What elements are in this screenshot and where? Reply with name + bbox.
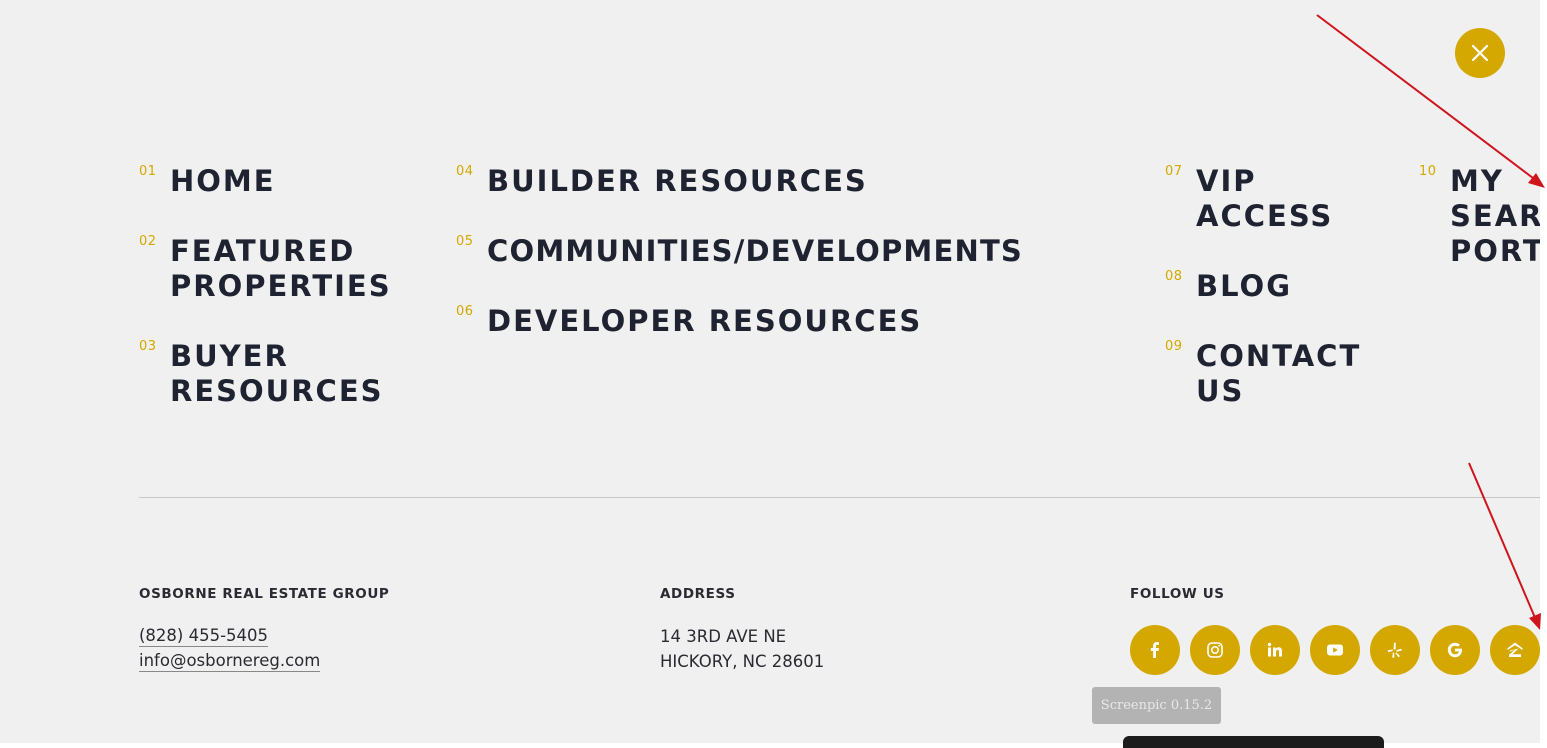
youtube-button[interactable] xyxy=(1310,625,1360,675)
address-line-2: HICKORY, NC 28601 xyxy=(660,652,825,671)
yelp-icon xyxy=(1387,642,1402,658)
nav-number: 01 xyxy=(139,164,157,179)
zillow-icon xyxy=(1507,642,1523,657)
nav-number: 06 xyxy=(456,304,474,319)
yelp-button[interactable] xyxy=(1370,625,1420,675)
nav-label: COMMUNITIES/DEVELOPMENTS xyxy=(487,234,1024,268)
address-line-1: 14 3RD AVE NE xyxy=(660,627,787,646)
nav-label: DEVELOPER RESOURCES xyxy=(487,304,923,338)
nav-label: BUYER RESOURCES xyxy=(170,339,384,408)
divider xyxy=(139,497,1540,498)
nav-number: 03 xyxy=(139,339,157,354)
nav-number: 09 xyxy=(1165,339,1183,354)
facebook-icon xyxy=(1150,642,1159,658)
nav-number: 05 xyxy=(456,234,474,249)
google-button[interactable] xyxy=(1430,625,1480,675)
phone-link[interactable]: (828) 455-5405 xyxy=(139,626,269,647)
nav-label: VIP ACCESS xyxy=(1196,164,1334,233)
follow-heading: FOLLOW US xyxy=(1130,586,1225,602)
nav-label: BUILDER RESOURCES xyxy=(487,164,868,198)
close-button[interactable] xyxy=(1455,28,1505,78)
facebook-button[interactable] xyxy=(1130,625,1180,675)
nav-number: 02 xyxy=(139,234,157,249)
nav-number: 07 xyxy=(1165,164,1183,179)
nav-number: 10 xyxy=(1419,164,1437,179)
instagram-icon xyxy=(1207,642,1223,658)
linkedin-icon xyxy=(1267,642,1282,657)
nav-label: CONTACT US xyxy=(1196,339,1362,408)
nav-label: HOME xyxy=(170,164,276,198)
nav-number: 04 xyxy=(456,164,474,179)
nav-label: FEATURED PROPERTIES xyxy=(170,234,392,303)
nav-label: MY SEARCH PORTAL xyxy=(1450,164,1540,268)
screenpic-tooltip: Screenpic 0.15.2 xyxy=(1092,687,1221,724)
linkedin-button[interactable] xyxy=(1250,625,1300,675)
address-heading: ADDRESS xyxy=(660,586,736,602)
company-heading: OSBORNE REAL ESTATE GROUP xyxy=(139,586,390,602)
instagram-button[interactable] xyxy=(1190,625,1240,675)
email-link[interactable]: info@osbornereg.com xyxy=(139,651,321,672)
nav-label: BLOG xyxy=(1196,269,1293,303)
zillow-button[interactable] xyxy=(1490,625,1540,675)
close-icon xyxy=(1471,44,1489,62)
nav-number: 08 xyxy=(1165,269,1183,284)
menu-overlay: 01 HOME 02 FEATURED PROPERTIES 03 BUYER … xyxy=(0,0,1540,743)
youtube-icon xyxy=(1327,644,1343,656)
google-icon xyxy=(1447,642,1462,658)
app-toolbar xyxy=(1123,736,1384,748)
